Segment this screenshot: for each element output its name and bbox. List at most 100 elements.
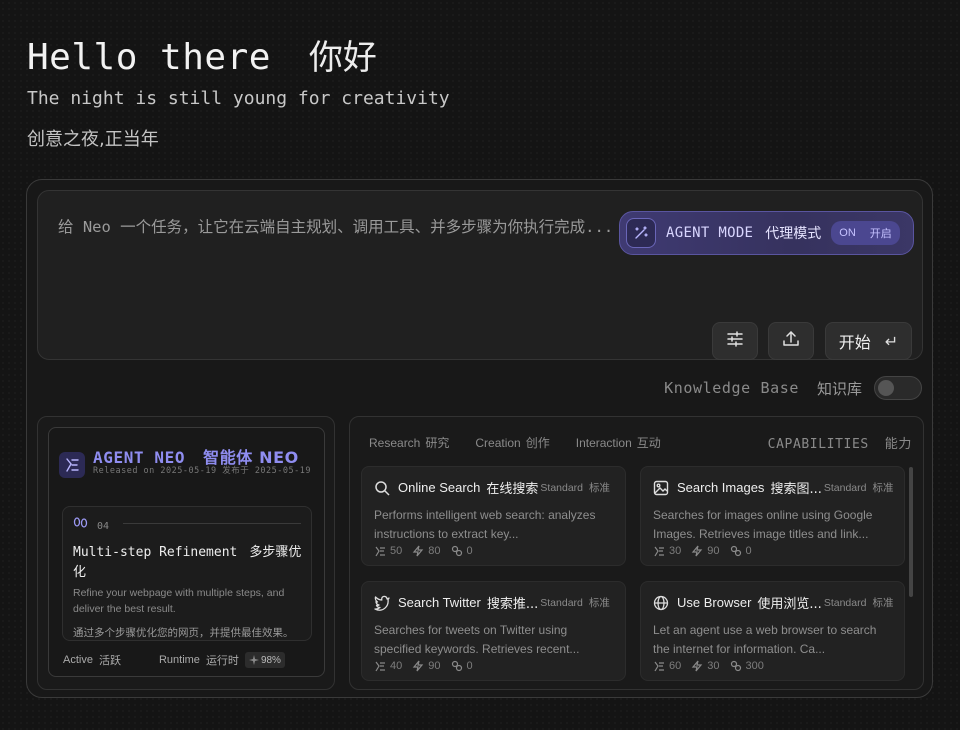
task-input-placeholder[interactable]: 给 Neo 一个任务，让它在云端自主规划、调用工具、并多步骤为你执行完成...: [58, 215, 618, 239]
tool-tier: Standard 标准: [540, 480, 610, 495]
tool-name: Search Images: [677, 480, 765, 495]
runtime-label-zh: 运行时: [205, 654, 239, 667]
link-stat: 0: [451, 545, 473, 557]
agent-mode-toggle[interactable]: AGENT MODE 代理模式 ON 开启: [619, 211, 914, 255]
tool-tier-zh: 标准: [588, 597, 610, 609]
agent-name: AGENT NEO 智能体 NEO: [93, 444, 299, 468]
stat-value: 0: [745, 545, 752, 557]
globe-icon: [653, 595, 669, 611]
enter-key-icon: ↵: [884, 331, 899, 351]
image-icon: [653, 480, 669, 496]
speed-stat: 30: [691, 660, 720, 672]
status-label: Active: [63, 654, 93, 666]
knowledge-base-toggle[interactable]: [874, 376, 922, 400]
stat-value: 60: [669, 660, 682, 672]
agent-icon: [375, 546, 385, 557]
step-card: 04 Multi-step Refinement 多步骤优化 Refine you…: [62, 506, 312, 641]
toggle-knob: [878, 380, 894, 396]
stat-value: 0: [466, 545, 473, 557]
runtime-value: 98%: [260, 654, 281, 666]
tool-card-search-twitter[interactable]: Search Twitter 搜索推... Standard 标准 Searche…: [361, 581, 626, 681]
agent-mode-status-zh: 开启: [869, 227, 892, 240]
tool-name: Search Twitter: [398, 595, 481, 610]
magic-wand-icon: [626, 218, 656, 248]
tool-stats: 50 80 0: [374, 545, 483, 557]
tool-name: Use Browser: [677, 595, 752, 610]
tool-tier: Standard 标准: [824, 595, 894, 610]
tab-creation[interactable]: Creation 创作: [475, 434, 549, 451]
stat-value: 90: [707, 545, 720, 557]
lightning-icon: [691, 660, 703, 672]
agent-mode-status-badge: ON 开启: [831, 221, 900, 245]
tab-label-zh: 创作: [525, 436, 550, 450]
usage-stat: 40: [374, 660, 402, 672]
stat-value: 30: [669, 545, 682, 557]
agent-mode-label: AGENT MODE: [666, 225, 754, 241]
link-stat: 300: [730, 660, 764, 672]
stat-value: 50: [390, 545, 403, 557]
runtime-label: Runtime: [158, 654, 200, 666]
stat-value: 90: [428, 660, 441, 672]
tool-name-zh: 使用浏览...: [757, 597, 822, 612]
stat-value: 30: [707, 660, 720, 672]
sparkle-icon: [248, 655, 259, 665]
agent-name-en: AGENT NEO: [93, 448, 186, 467]
step-divider: [123, 523, 301, 524]
capability-tabs: Research 研究 Creation 创作 Interaction 互动: [369, 434, 687, 451]
tab-interaction[interactable]: Interaction 互动: [576, 434, 661, 451]
usage-stat: 60: [653, 660, 681, 672]
agent-icon: [654, 661, 664, 672]
tool-description: Searches for tweets on Twitter using spe…: [374, 623, 580, 656]
capabilities-title-en: CAPABILITIES: [767, 437, 869, 452]
stat-value: 300: [745, 660, 764, 672]
lightning-icon: [412, 545, 424, 557]
tool-description: Let an agent use a web browser to search…: [653, 623, 877, 656]
capabilities-scrollbar[interactable]: [909, 467, 913, 597]
tool-card-search-images[interactable]: Search Images 搜索图... Standard 标准 Searches…: [640, 466, 905, 566]
step-title: Multi-step Refinement 多步骤优化: [73, 543, 308, 583]
tool-tier-en: Standard: [540, 597, 583, 609]
greeting-zh: 你好: [308, 38, 377, 78]
step-title-en: Multi-step Refinement: [73, 545, 238, 560]
tab-research[interactable]: Research 研究: [369, 434, 449, 451]
settings-button[interactable]: [712, 322, 758, 360]
tab-label: Research: [369, 436, 421, 450]
step-header: 04: [73, 517, 109, 536]
lightning-icon: [691, 545, 703, 557]
greeting-en: Hello there: [27, 37, 271, 78]
agent-icon: [375, 661, 385, 672]
start-button-label: 开始: [838, 333, 871, 352]
link-icon: [730, 545, 741, 557]
task-input-box[interactable]: 给 Neo 一个任务，让它在云端自主规划、调用工具、并多步骤为你执行完成... …: [37, 190, 923, 360]
search-icon: [374, 480, 390, 496]
tool-name: Online Search: [398, 480, 481, 495]
capabilities-title: CAPABILITIES 能力: [768, 433, 912, 452]
agent-card[interactable]: AGENT NEO 智能体 NEO Released on 2025-05-19 …: [48, 427, 325, 677]
knowledge-base-label: Knowledge Base: [664, 379, 799, 397]
upload-button[interactable]: [768, 322, 814, 360]
start-button[interactable]: 开始 ↵: [825, 322, 912, 360]
agent-release-date: Released on 2025-05-19 发布于 2025-05-19: [93, 466, 311, 476]
speed-stat: 80: [412, 545, 441, 557]
subtitle-zh: 创意之夜,正当年: [27, 129, 159, 150]
agent-mode-label-zh: 代理模式: [765, 226, 822, 242]
capabilities-title-zh: 能力: [884, 437, 912, 452]
tool-tier-zh: 标准: [872, 597, 894, 609]
step-number: 04: [97, 521, 110, 532]
tab-label-zh: 研究: [425, 436, 450, 450]
knowledge-base-label-zh: 知识库: [816, 379, 862, 398]
tool-card-use-browser[interactable]: Use Browser 使用浏览... Standard 标准 Let an ag…: [640, 581, 905, 681]
tool-card-online-search[interactable]: Online Search 在线搜索 Standard 标准 Performs i…: [361, 466, 626, 566]
tool-tier-en: Standard: [823, 482, 867, 494]
tool-name-zh: 搜索推...: [486, 597, 539, 612]
capabilities-panel: Research 研究 Creation 创作 Interaction 互动 CAPA…: [349, 416, 924, 690]
tool-stats: 60 30 300: [653, 660, 774, 672]
tool-description: Searches for images online using Google …: [653, 508, 873, 541]
link-icon: [451, 545, 462, 557]
tool-card-header: Search Twitter 搜索推... Standard 标准: [374, 593, 625, 612]
tool-tier-zh: 标准: [872, 482, 894, 494]
link-icon: [730, 660, 741, 672]
tool-tier: Standard 标准: [824, 480, 894, 495]
tool-tier-en: Standard: [823, 597, 867, 609]
step-description-zh: 通过多个步骤优化您的网页，并提供最佳效果。: [73, 627, 294, 639]
